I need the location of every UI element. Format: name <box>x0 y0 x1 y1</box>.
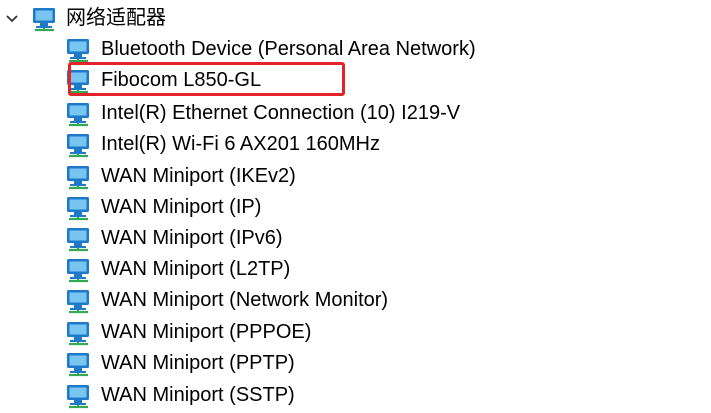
device-label: WAN Miniport (IPv6) <box>101 227 283 249</box>
network-adapter-icon <box>67 258 89 282</box>
network-adapter-icon <box>67 102 89 126</box>
device-bluetooth-pan[interactable]: Bluetooth Device (Personal Area Network) <box>66 34 476 65</box>
device-label: Intel(R) Wi-Fi 6 AX201 160MHz <box>101 133 380 155</box>
device-wan-pptp[interactable]: WAN Miniport (PPTP) <box>66 348 295 379</box>
device-wan-ipv6[interactable]: WAN Miniport (IPv6) <box>66 223 283 254</box>
device-label: Fibocom L850-GL <box>101 69 262 91</box>
device-label: WAN Miniport (IP) <box>101 196 262 218</box>
device-label: Bluetooth Device (Personal Area Network) <box>101 38 476 60</box>
device-wan-ip[interactable]: WAN Miniport (IP) <box>66 192 261 223</box>
device-wan-ikev2[interactable]: WAN Miniport (IKEv2) <box>66 161 296 192</box>
device-intel-ethernet[interactable]: Intel(R) Ethernet Connection (10) I219-V <box>66 98 460 129</box>
network-adapter-icon <box>67 352 89 376</box>
network-adapter-icon <box>33 7 55 31</box>
network-adapter-icon <box>67 384 89 408</box>
network-adapter-icon <box>67 289 89 313</box>
network-adapter-icon <box>67 321 89 345</box>
network-adapter-icon <box>67 196 89 220</box>
device-intel-wifi[interactable]: Intel(R) Wi-Fi 6 AX201 160MHz <box>66 129 380 160</box>
device-label: WAN Miniport (SSTP) <box>101 384 295 406</box>
device-fibocom-l850-gl[interactable]: Fibocom L850-GL <box>66 65 261 96</box>
device-wan-l2tp[interactable]: WAN Miniport (L2TP) <box>66 254 290 285</box>
device-manager-tree: 网络适配器 Bluetooth Device (Personal Area Ne… <box>0 0 711 413</box>
network-adapter-icon <box>67 227 89 251</box>
device-label: WAN Miniport (PPTP) <box>101 352 295 374</box>
device-wan-sstp[interactable]: WAN Miniport (SSTP) <box>66 380 295 411</box>
network-adapter-icon <box>67 69 89 93</box>
device-wan-network-monitor[interactable]: WAN Miniport (Network Monitor) <box>66 285 388 316</box>
device-label: WAN Miniport (L2TP) <box>101 258 291 280</box>
device-wan-pppoe[interactable]: WAN Miniport (PPPOE) <box>66 317 311 348</box>
category-network-adapters[interactable]: 网络适配器 <box>4 3 166 34</box>
network-adapter-icon <box>67 133 89 157</box>
device-label: Intel(R) Ethernet Connection (10) I219-V <box>101 102 461 124</box>
device-label: WAN Miniport (Network Monitor) <box>101 289 389 311</box>
network-adapter-icon <box>67 38 89 62</box>
category-label: 网络适配器 <box>66 7 166 29</box>
network-adapter-icon <box>67 165 89 189</box>
chevron-down-icon[interactable] <box>4 11 20 27</box>
device-label: WAN Miniport (IKEv2) <box>101 165 296 187</box>
device-label: WAN Miniport (PPPOE) <box>101 321 312 343</box>
